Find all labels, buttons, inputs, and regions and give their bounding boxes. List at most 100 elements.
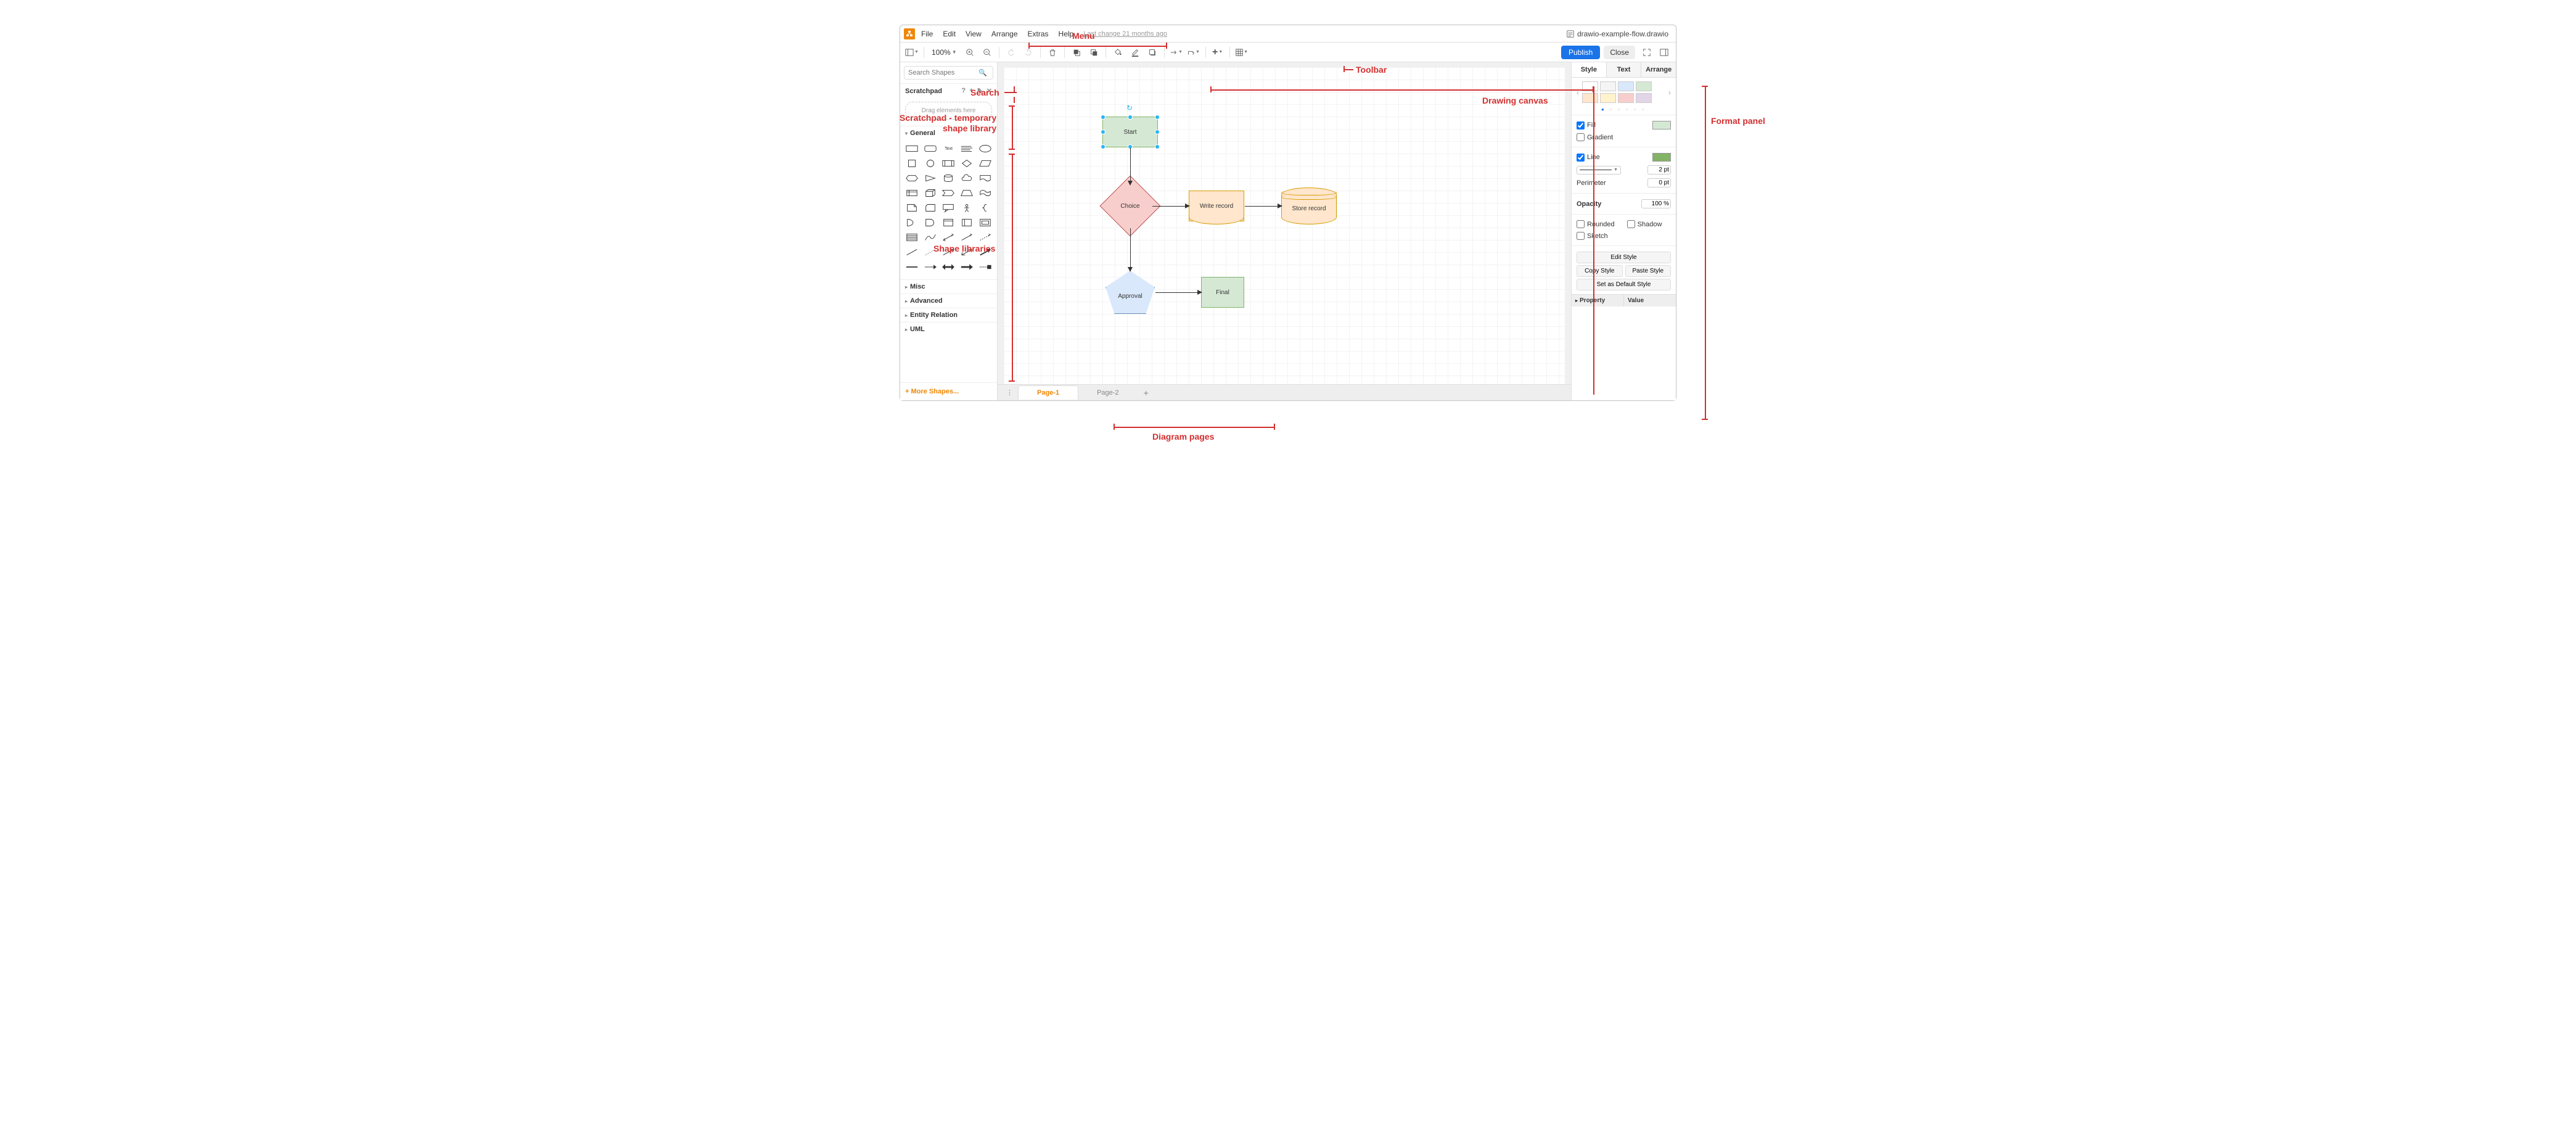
insert-button[interactable]: +▼	[1210, 45, 1226, 60]
section-advanced[interactable]: ▸Advanced	[900, 294, 997, 308]
menu-file[interactable]: File	[917, 28, 937, 39]
close-button[interactable]: Close	[1604, 46, 1635, 59]
shape-cylinder[interactable]	[941, 172, 957, 184]
swatch[interactable]	[1582, 93, 1598, 103]
shape-diamond[interactable]	[959, 157, 975, 170]
to-back-button[interactable]	[1086, 45, 1102, 60]
delete-button[interactable]	[1044, 45, 1060, 60]
sketch-checkbox[interactable]	[1577, 232, 1585, 240]
menu-view[interactable]: View	[962, 28, 985, 39]
line-color-button[interactable]	[1127, 45, 1143, 60]
format-tab-arrange[interactable]: Arrange	[1641, 62, 1676, 77]
drawing-canvas[interactable]: ↻ Start Choice Write record Store record…	[1004, 67, 1565, 384]
scratchpad-edit-icon[interactable]: ✎	[977, 87, 983, 95]
swatch[interactable]	[1636, 81, 1652, 91]
shape-textbox[interactable]	[959, 142, 975, 155]
shape-process[interactable]	[941, 157, 957, 170]
to-front-button[interactable]	[1069, 45, 1085, 60]
set-default-style-button[interactable]: Set as Default Style	[1577, 279, 1671, 290]
format-toggle-button[interactable]	[1656, 45, 1672, 60]
shape-cube[interactable]	[922, 187, 938, 199]
shape-trapezoid[interactable]	[959, 187, 975, 199]
shape-rectangle[interactable]	[904, 142, 920, 155]
page-add-button[interactable]: +	[1138, 385, 1155, 400]
shape-connector-3[interactable]	[941, 261, 957, 273]
paste-style-button[interactable]: Paste Style	[1625, 265, 1672, 277]
line-width-input[interactable]	[1647, 165, 1671, 175]
swatch[interactable]	[1582, 81, 1598, 91]
shape-connector-5[interactable]	[977, 261, 993, 273]
shape-bidir-arrow[interactable]	[941, 231, 957, 244]
scratchpad-add-icon[interactable]: +	[969, 87, 973, 95]
shape-line-thin-arrow[interactable]	[941, 246, 957, 258]
page-tab-2[interactable]: Page-2	[1078, 386, 1137, 400]
edge-writerecord-storerecord[interactable]	[1245, 206, 1279, 207]
shape-step[interactable]	[941, 187, 957, 199]
undo-button[interactable]	[1003, 45, 1019, 60]
shape-square[interactable]	[904, 157, 920, 170]
shape-dashed-arrow[interactable]	[977, 231, 993, 244]
section-misc[interactable]: ▸Misc	[900, 279, 997, 294]
edge-approval-final[interactable]	[1155, 292, 1199, 293]
connection-button[interactable]: ▼	[1168, 45, 1184, 60]
page-tab-1[interactable]: Page-1	[1018, 385, 1078, 400]
shape-circle[interactable]	[922, 157, 938, 170]
waypoint-button[interactable]: ▼	[1186, 45, 1202, 60]
rotate-handle[interactable]: ↻	[1126, 104, 1134, 111]
zoom-select[interactable]: 100%▼	[928, 48, 961, 57]
line-checkbox[interactable]	[1577, 154, 1585, 162]
section-entity-relation[interactable]: ▸Entity Relation	[900, 308, 997, 322]
scratchpad-dropzone[interactable]: Drag elements here	[905, 102, 992, 120]
zoom-in-button[interactable]	[962, 45, 978, 60]
node-approval[interactable]: Approval	[1105, 271, 1155, 314]
resize-handle[interactable]	[1155, 144, 1160, 149]
shape-document[interactable]	[977, 172, 993, 184]
shape-connector-1[interactable]	[904, 261, 920, 273]
shape-callout[interactable]	[941, 202, 957, 214]
edge-choice-writerecord[interactable]	[1152, 206, 1186, 207]
swatch[interactable]	[1636, 93, 1652, 103]
node-final[interactable]: Final	[1201, 277, 1244, 308]
swatch[interactable]	[1618, 81, 1634, 91]
shape-card[interactable]	[922, 202, 938, 214]
node-store-record[interactable]: Store record	[1281, 187, 1337, 224]
resize-handle[interactable]	[1128, 115, 1133, 120]
shape-note[interactable]	[904, 202, 920, 214]
fill-color-well[interactable]	[1652, 121, 1671, 129]
shape-container[interactable]	[959, 216, 975, 229]
shape-parallelogram[interactable]	[977, 157, 993, 170]
swatch[interactable]	[1600, 93, 1616, 103]
page-menu-button[interactable]: ⋮	[1001, 386, 1018, 399]
perimeter-input[interactable]	[1647, 178, 1671, 187]
copy-style-button[interactable]: Copy Style	[1577, 265, 1623, 277]
shape-triangle[interactable]	[922, 172, 938, 184]
section-uml[interactable]: ▸UML	[900, 322, 997, 336]
node-choice[interactable]: Choice	[1109, 184, 1152, 228]
swatch-next-icon[interactable]: ›	[1667, 88, 1672, 97]
last-change-label[interactable]: Last change 21 months ago	[1083, 30, 1167, 38]
shape-line-bidir[interactable]	[959, 246, 975, 258]
resize-handle[interactable]	[1101, 144, 1105, 149]
shadow-button[interactable]	[1144, 45, 1160, 60]
swatch[interactable]	[1618, 93, 1634, 103]
shape-cloud[interactable]	[959, 172, 975, 184]
shape-curly[interactable]	[977, 202, 993, 214]
redo-button[interactable]	[1020, 45, 1036, 60]
resize-handle[interactable]	[1101, 115, 1105, 120]
format-tab-style[interactable]: Style	[1572, 62, 1606, 77]
shape-text[interactable]: Text	[941, 142, 957, 155]
menu-help[interactable]: Help	[1055, 28, 1078, 39]
shadow-checkbox[interactable]	[1627, 220, 1635, 228]
menu-extras[interactable]: Extras	[1024, 28, 1052, 39]
line-style-select[interactable]: ▼	[1577, 166, 1621, 175]
menu-arrange[interactable]: Arrange	[988, 28, 1022, 39]
table-button[interactable]: ▼	[1234, 45, 1250, 60]
swatch-prev-icon[interactable]: ‹	[1575, 88, 1580, 97]
shape-list[interactable]	[904, 231, 920, 244]
filename-display[interactable]: drawio-example-flow.drawio	[1566, 30, 1672, 38]
rounded-checkbox[interactable]	[1577, 220, 1585, 228]
scratchpad-close-icon[interactable]: ✕	[987, 87, 992, 95]
gradient-checkbox[interactable]	[1577, 133, 1585, 141]
swatch[interactable]	[1600, 81, 1616, 91]
shape-datastore[interactable]	[941, 216, 957, 229]
